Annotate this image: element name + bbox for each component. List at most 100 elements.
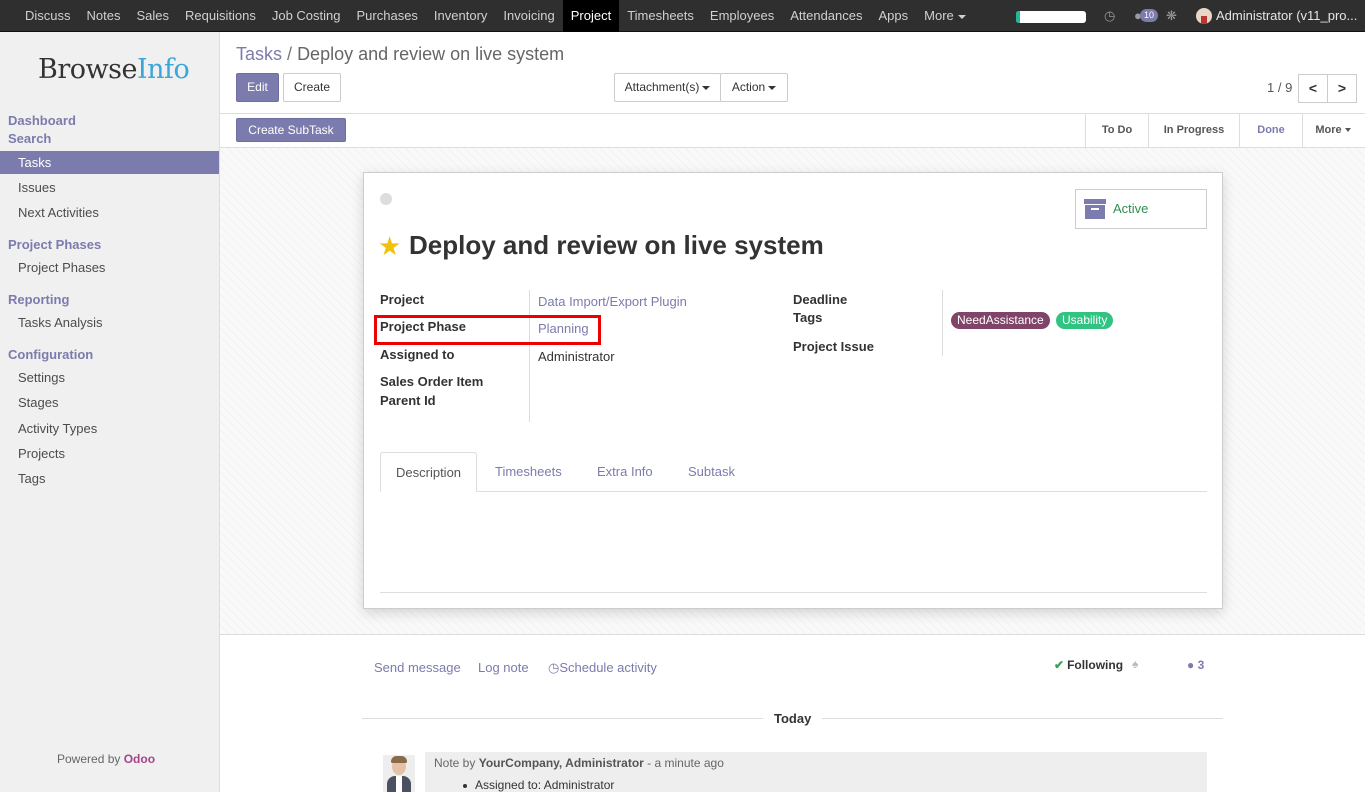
user-avatar[interactable]: [1196, 8, 1212, 24]
sidebar-item-tags[interactable]: Tags: [0, 467, 219, 490]
main-menu: Discuss Notes Sales Requisitions Job Cos…: [0, 0, 974, 32]
chevron-down-icon: [1344, 128, 1351, 133]
separator-line: [362, 718, 763, 719]
menu-invoicing[interactable]: Invoicing: [495, 0, 562, 32]
message-count-badge: 10: [1140, 9, 1159, 22]
pager-value[interactable]: 1 / 9: [1267, 80, 1292, 95]
schedule-activity-link[interactable]: ◷Schedule activity: [548, 660, 657, 676]
sales-order-item-label: Sales Order Item: [380, 374, 484, 389]
sidebar-item-issues[interactable]: Issues: [0, 176, 219, 199]
menu-discuss[interactable]: Discuss: [0, 0, 79, 32]
menu-employees[interactable]: Employees: [702, 0, 782, 32]
action-dropdown[interactable]: Action: [720, 73, 788, 102]
deadline-label: Deadline: [793, 292, 848, 307]
planner-progress-bar[interactable]: [1016, 11, 1086, 23]
sidebar-section-reporting[interactable]: Reporting: [8, 292, 69, 307]
menu-purchases[interactable]: Purchases: [349, 0, 426, 32]
edit-button[interactable]: Edit: [236, 73, 279, 102]
check-icon: ✔: [1054, 658, 1065, 672]
menu-requisitions[interactable]: Requisitions: [177, 0, 264, 32]
field-divider: [942, 290, 943, 356]
pager-next-button[interactable]: >: [1327, 74, 1357, 103]
clock-icon[interactable]: ◷: [1104, 8, 1115, 24]
menu-notes[interactable]: Notes: [79, 0, 129, 32]
tab-description[interactable]: Description: [380, 452, 478, 492]
description-bottom-border: [380, 592, 1207, 593]
breadcrumb-tasks[interactable]: Tasks: [236, 44, 282, 64]
project-issue-label: Project Issue: [793, 339, 874, 354]
menu-job-costing[interactable]: Job Costing: [264, 0, 349, 32]
chevron-down-icon: [957, 14, 966, 19]
send-message-link[interactable]: Send message: [374, 660, 461, 675]
highlight-box: [374, 315, 601, 345]
bug-icon[interactable]: ❋: [1166, 8, 1177, 24]
breadcrumb: Tasks / Deploy and review on live system: [236, 44, 564, 65]
company-logo[interactable]: BrowseInfo: [38, 54, 190, 85]
sidebar-item-projects[interactable]: Projects: [0, 442, 219, 465]
tags-label: Tags: [793, 310, 823, 325]
message-author[interactable]: YourCompany, Administrator: [479, 756, 644, 770]
bell-icon[interactable]: ♠: [1132, 657, 1138, 671]
tab-extra-info[interactable]: Extra Info: [582, 452, 668, 492]
field-divider: [529, 290, 530, 422]
chevron-down-icon: [702, 85, 711, 90]
progress-fill: [1016, 11, 1020, 23]
active-toggle-button[interactable]: Active: [1075, 189, 1207, 229]
pager-previous-button[interactable]: <: [1298, 74, 1328, 103]
sidebar-item-tasks[interactable]: Tasks: [0, 151, 219, 174]
clock-icon: ◷: [548, 660, 560, 675]
project-label: Project: [380, 292, 425, 307]
powered-by: Powered by Odoo: [57, 752, 156, 766]
sidebar-dashboard[interactable]: Dashboard: [8, 113, 76, 128]
stage-todo[interactable]: To Do: [1086, 114, 1148, 147]
followers-button[interactable]: ● 3: [1187, 658, 1204, 672]
parent-id-label: Parent Id: [380, 393, 436, 408]
sidebar-item-tasks-analysis[interactable]: Tasks Analysis: [0, 311, 219, 334]
menu-sales[interactable]: Sales: [128, 0, 177, 32]
project-link[interactable]: Data Import/Export Plugin: [538, 294, 687, 309]
create-button[interactable]: Create: [283, 73, 341, 102]
sidebar-section-project-phases[interactable]: Project Phases: [8, 237, 101, 252]
menu-project[interactable]: Project: [562, 0, 620, 32]
sidebar-item-stages[interactable]: Stages: [0, 391, 219, 414]
sidebar-item-project-phases[interactable]: Project Phases: [0, 256, 219, 279]
create-subtask-button[interactable]: Create SubTask: [236, 118, 346, 142]
attachments-dropdown[interactable]: Attachment(s): [614, 73, 721, 102]
chevron-right-icon: >: [1337, 80, 1347, 96]
top-navbar: Discuss Notes Sales Requisitions Job Cos…: [0, 0, 1365, 32]
following-button[interactable]: ✔ Following: [1054, 658, 1123, 672]
stage-more-dropdown[interactable]: More: [1303, 114, 1363, 147]
message-author-avatar[interactable]: [383, 755, 415, 792]
tag-usability[interactable]: Usability: [1056, 312, 1114, 329]
message-header: Note by YourCompany, Administrator - a m…: [434, 756, 724, 770]
menu-attendances[interactable]: Attendances: [782, 0, 870, 32]
sidebar-item-activity-types[interactable]: Activity Types: [0, 417, 219, 440]
archive-icon: [1084, 199, 1106, 219]
kanban-state-indicator[interactable]: [380, 193, 392, 205]
menu-apps[interactable]: Apps: [871, 0, 917, 32]
sidebar-search[interactable]: Search: [8, 131, 51, 146]
chevron-left-icon: <: [1308, 80, 1318, 96]
star-icon[interactable]: ★: [378, 232, 401, 260]
assigned-to-label: Assigned to: [380, 347, 455, 362]
breadcrumb-current: Deploy and review on live system: [297, 44, 565, 64]
user-menu[interactable]: Administrator (v11_pro...: [1216, 0, 1365, 32]
sidebar-section-configuration[interactable]: Configuration: [8, 347, 93, 362]
sidebar-item-next-activities[interactable]: Next Activities: [0, 201, 219, 224]
stage-done[interactable]: Done: [1240, 114, 1302, 147]
stage-in-progress[interactable]: In Progress: [1149, 114, 1239, 147]
task-title: Deploy and review on live system: [409, 230, 824, 260]
user-icon: ●: [1187, 658, 1195, 672]
sidebar-item-settings[interactable]: Settings: [0, 366, 219, 389]
log-note-link[interactable]: Log note: [478, 660, 529, 675]
message-body: Assigned to: Administrator: [463, 778, 614, 792]
tab-timesheets[interactable]: Timesheets: [480, 452, 577, 492]
tab-subtask[interactable]: Subtask: [673, 452, 750, 492]
breadcrumb-separator: /: [287, 44, 293, 64]
tag-need-assistance[interactable]: NeedAssistance: [951, 312, 1050, 329]
assigned-to-value: Administrator: [538, 349, 615, 364]
menu-more[interactable]: More: [916, 0, 974, 32]
separator-line: [822, 718, 1223, 719]
menu-timesheets[interactable]: Timesheets: [619, 0, 702, 32]
menu-inventory[interactable]: Inventory: [426, 0, 495, 32]
